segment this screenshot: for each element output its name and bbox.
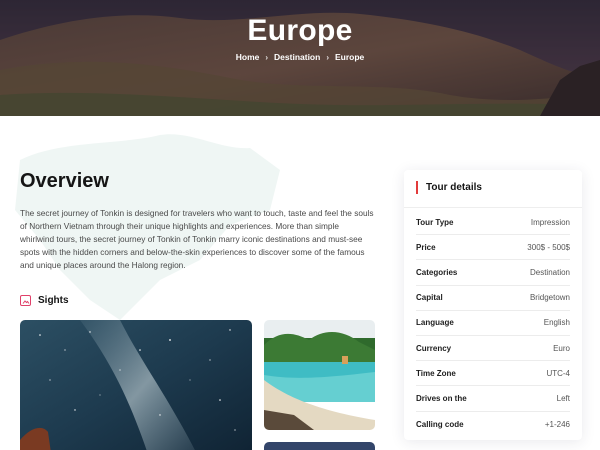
detail-label: Capital bbox=[416, 293, 443, 303]
image-icon bbox=[20, 295, 31, 306]
detail-value: 300$ - 500$ bbox=[527, 242, 570, 252]
accent-bar bbox=[416, 181, 418, 194]
hero-banner: Europe Home › Destination › Europe bbox=[0, 0, 600, 116]
sight-photo-beach[interactable] bbox=[264, 320, 375, 430]
detail-value: UTC-4 bbox=[546, 368, 570, 378]
detail-row-categories: Categories Destination bbox=[416, 260, 570, 286]
tour-details-card: Tour details Tour Type Impression Price … bbox=[404, 170, 582, 440]
sight-photo-milky-way[interactable] bbox=[20, 320, 252, 450]
detail-row-language: Language English bbox=[416, 311, 570, 336]
detail-value: +1-246 bbox=[544, 419, 570, 429]
breadcrumb: Home › Destination › Europe bbox=[0, 52, 600, 62]
breadcrumb-current: Europe bbox=[334, 52, 365, 62]
detail-label: Language bbox=[416, 318, 454, 328]
tour-details-header: Tour details bbox=[416, 181, 482, 194]
detail-label: Tour Type bbox=[416, 217, 454, 227]
detail-value: Bridgetown bbox=[529, 293, 570, 303]
detail-row-tour-type: Tour Type Impression bbox=[416, 210, 570, 236]
tour-details-title: Tour details bbox=[426, 182, 482, 193]
detail-label: Drives on the bbox=[416, 393, 467, 403]
chevron-right-icon: › bbox=[265, 52, 269, 62]
detail-row-price: Price 300$ - 500$ bbox=[416, 235, 570, 261]
page-title: Europe bbox=[247, 14, 353, 47]
detail-label: Currency bbox=[416, 343, 452, 353]
detail-row-calling-code: Calling code +1-246 bbox=[416, 412, 570, 437]
overview-description: The secret journey of Tonkin is designed… bbox=[20, 208, 374, 270]
detail-row-drives-on: Drives on the Left bbox=[416, 386, 570, 412]
detail-label: Time Zone bbox=[416, 368, 456, 378]
detail-row-currency: Currency Euro bbox=[416, 336, 570, 362]
chevron-right-icon: › bbox=[326, 52, 329, 62]
detail-row-time-zone: Time Zone UTC-4 bbox=[416, 361, 570, 387]
breadcrumb-destination-link[interactable]: Destination bbox=[274, 52, 320, 62]
detail-value: Euro bbox=[553, 343, 570, 353]
breadcrumb-home-link[interactable]: Home bbox=[236, 52, 260, 62]
sight-photo-third[interactable] bbox=[264, 442, 375, 450]
detail-value: English bbox=[543, 318, 570, 328]
sights-label: Sights bbox=[38, 295, 69, 306]
divider bbox=[404, 207, 582, 208]
detail-row-capital: Capital Bridgetown bbox=[416, 286, 570, 311]
detail-value: Left bbox=[556, 393, 570, 403]
sights-heading: Sights bbox=[20, 295, 69, 306]
detail-label: Calling code bbox=[416, 419, 464, 429]
detail-value: Impression bbox=[530, 217, 570, 227]
overview-heading: Overview bbox=[20, 170, 109, 192]
detail-label: Categories bbox=[416, 267, 458, 277]
tour-details-list: Tour Type Impression Price 300$ - 500$ C… bbox=[416, 210, 570, 437]
detail-value: Destination bbox=[529, 267, 570, 277]
detail-label: Price bbox=[416, 242, 436, 252]
